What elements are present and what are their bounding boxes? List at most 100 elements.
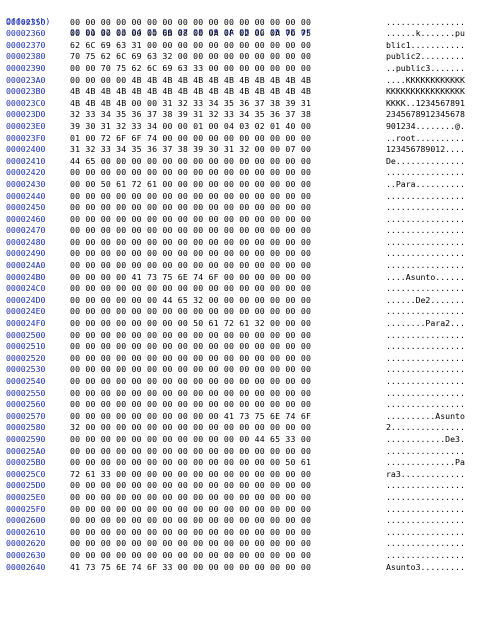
row-ascii-text[interactable]: ................ xyxy=(386,225,465,237)
hex-row[interactable]: 000025D0 00 00 00 00 00 00 00 00 00 00 00… xyxy=(0,480,494,492)
row-ascii-text[interactable]: ................ xyxy=(386,214,465,226)
hex-editor-view[interactable]: Offset(h) 00 01 02 03 04 05 06 07 08 09 … xyxy=(0,0,494,634)
row-ascii-text[interactable]: De.............. xyxy=(386,156,465,168)
row-ascii-text[interactable]: ................ xyxy=(386,364,465,376)
row-ascii-text[interactable]: ......De2....... xyxy=(386,295,465,307)
hex-row[interactable]: 00002520 00 00 00 00 00 00 00 00 00 00 00… xyxy=(0,353,494,365)
hex-row[interactable]: 00002640 41 73 75 6E 74 6F 33 00 00 00 00… xyxy=(0,562,494,574)
row-ascii-text[interactable]: public2......... xyxy=(386,51,465,63)
row-hex-bytes[interactable]: 00 00 00 00 00 00 00 00 00 00 00 00 00 0… xyxy=(70,237,311,249)
row-hex-bytes[interactable]: 39 30 31 32 33 34 00 00 01 00 04 03 02 0… xyxy=(70,121,311,133)
row-hex-bytes[interactable]: 01 00 72 6F 6F 74 00 00 00 00 00 00 00 0… xyxy=(70,133,311,145)
row-ascii-text[interactable]: 123456789012.... xyxy=(386,144,465,156)
row-ascii-text[interactable]: ................ xyxy=(386,388,465,400)
row-ascii-text[interactable]: ................ xyxy=(386,306,465,318)
row-hex-bytes[interactable]: 00 00 00 00 41 73 75 6E 74 6F 00 00 00 0… xyxy=(70,272,311,284)
row-hex-bytes[interactable]: 00 00 00 00 00 00 00 00 00 00 00 00 00 0… xyxy=(70,225,311,237)
row-hex-bytes[interactable]: 00 00 00 00 00 00 00 00 00 00 00 00 00 0… xyxy=(70,376,311,388)
row-ascii-text[interactable]: KKKK..1234567891 xyxy=(386,98,465,110)
row-ascii-text[interactable]: ................ xyxy=(386,480,465,492)
row-hex-bytes[interactable]: 00 00 00 00 00 00 00 00 00 00 00 00 00 0… xyxy=(70,191,311,203)
hex-row[interactable]: 000023A0 00 00 00 00 4B 4B 4B 4B 4B 4B 4B… xyxy=(0,75,494,87)
hex-row[interactable]: 000024A0 00 00 00 00 00 00 00 00 00 00 00… xyxy=(0,260,494,272)
hex-row[interactable]: 00002600 00 00 00 00 00 00 00 00 00 00 00… xyxy=(0,515,494,527)
row-hex-bytes[interactable]: 00 00 00 00 00 00 00 00 00 00 00 00 44 6… xyxy=(70,434,311,446)
row-hex-bytes[interactable]: 00 00 00 00 00 00 00 00 00 00 00 00 00 0… xyxy=(70,306,311,318)
row-hex-bytes[interactable]: 31 32 33 34 35 36 37 38 39 30 31 32 00 0… xyxy=(70,144,311,156)
row-ascii-text[interactable]: ......k.......pu xyxy=(386,28,465,40)
row-ascii-text[interactable]: ................ xyxy=(386,504,465,516)
hex-row[interactable]: 00002350 00 00 00 00 00 00 00 00 00 00 00… xyxy=(0,17,494,29)
hex-row[interactable]: 00002470 00 00 00 00 00 00 00 00 00 00 00… xyxy=(0,225,494,237)
row-hex-bytes[interactable]: 00 00 00 00 00 00 00 00 00 00 00 00 00 0… xyxy=(70,538,311,550)
row-hex-bytes[interactable]: 00 00 00 00 00 00 00 00 00 00 00 00 00 0… xyxy=(70,492,311,504)
row-hex-bytes[interactable]: 00 00 00 00 00 00 00 00 00 00 41 73 75 6… xyxy=(70,411,311,423)
row-hex-bytes[interactable]: 00 00 00 00 00 00 00 00 00 00 00 00 00 0… xyxy=(70,260,311,272)
hex-row[interactable]: 00002490 00 00 00 00 00 00 00 00 00 00 00… xyxy=(0,248,494,260)
row-hex-bytes[interactable]: 00 00 50 61 72 61 00 00 00 00 00 00 00 0… xyxy=(70,179,311,191)
row-hex-bytes[interactable]: 00 00 00 00 00 00 00 00 00 00 00 00 00 0… xyxy=(70,457,311,469)
row-ascii-text[interactable]: ra3............. xyxy=(386,469,465,481)
hex-row[interactable]: 00002420 00 00 00 00 00 00 00 00 00 00 00… xyxy=(0,167,494,179)
row-hex-bytes[interactable]: 00 00 00 00 00 00 00 00 00 00 00 00 00 0… xyxy=(70,515,311,527)
hex-row[interactable]: 00002630 00 00 00 00 00 00 00 00 00 00 00… xyxy=(0,550,494,562)
row-ascii-text[interactable]: ....KKKKKKKKKKKK xyxy=(386,75,465,87)
row-hex-bytes[interactable]: 00 00 00 00 4B 4B 4B 4B 4B 4B 4B 4B 4B 4… xyxy=(70,75,311,87)
row-ascii-text[interactable]: ........Para2... xyxy=(386,318,465,330)
row-hex-bytes[interactable]: 00 00 00 00 00 00 00 00 00 00 00 00 00 0… xyxy=(70,504,311,516)
row-hex-bytes[interactable]: 00 00 00 00 00 00 00 00 00 00 00 00 00 0… xyxy=(70,388,311,400)
row-hex-bytes[interactable]: 70 75 62 6C 69 63 32 00 00 00 00 00 00 0… xyxy=(70,51,311,63)
row-hex-bytes[interactable]: 00 00 00 00 00 00 00 00 00 00 00 00 00 0… xyxy=(70,214,311,226)
row-hex-bytes[interactable]: 00 00 00 00 00 00 00 00 00 00 00 00 00 0… xyxy=(70,283,311,295)
row-hex-bytes[interactable]: 32 33 34 35 36 37 38 39 31 32 33 34 35 3… xyxy=(70,109,311,121)
hex-row[interactable]: 00002430 00 00 50 61 72 61 00 00 00 00 00… xyxy=(0,179,494,191)
hex-row[interactable]: 000023B0 4B 4B 4B 4B 4B 4B 4B 4B 4B 4B 4B… xyxy=(0,86,494,98)
hex-row[interactable]: 00002450 00 00 00 00 00 00 00 00 00 00 00… xyxy=(0,202,494,214)
row-hex-bytes[interactable]: 00 00 00 00 00 00 00 00 00 00 00 00 00 0… xyxy=(70,202,311,214)
row-ascii-text[interactable]: ................ xyxy=(386,341,465,353)
hex-row[interactable]: 000024C0 00 00 00 00 00 00 00 00 00 00 00… xyxy=(0,283,494,295)
row-hex-bytes[interactable]: 00 00 00 00 00 00 00 00 00 00 00 00 00 0… xyxy=(70,527,311,539)
row-ascii-text[interactable]: KKKKKKKKKKKKKKKK xyxy=(386,86,465,98)
row-hex-bytes[interactable]: 44 65 00 00 00 00 00 00 00 00 00 00 00 0… xyxy=(70,156,311,168)
row-ascii-text[interactable]: ................ xyxy=(386,550,465,562)
hex-row[interactable]: 00002390 00 00 70 75 62 6C 69 63 33 00 00… xyxy=(0,63,494,75)
row-hex-bytes[interactable]: 00 00 00 00 00 00 00 00 00 00 00 00 00 0… xyxy=(70,167,311,179)
hex-row[interactable]: 000023F0 01 00 72 6F 6F 74 00 00 00 00 00… xyxy=(0,133,494,145)
row-ascii-text[interactable]: ................ xyxy=(386,446,465,458)
row-hex-bytes[interactable]: 72 61 33 00 00 00 00 00 00 00 00 00 00 0… xyxy=(70,469,311,481)
row-hex-bytes[interactable]: 00 00 00 00 00 00 00 00 00 00 00 00 00 0… xyxy=(70,446,311,458)
row-ascii-text[interactable]: ............De3. xyxy=(386,434,465,446)
row-ascii-text[interactable]: 2............... xyxy=(386,422,465,434)
hex-row[interactable]: 00002500 00 00 00 00 00 00 00 00 00 00 00… xyxy=(0,330,494,342)
hex-row[interactable]: 00002620 00 00 00 00 00 00 00 00 00 00 00… xyxy=(0,538,494,550)
hex-row[interactable]: 000024F0 00 00 00 00 00 00 00 00 50 61 72… xyxy=(0,318,494,330)
row-ascii-text[interactable]: blic1........... xyxy=(386,40,465,52)
hex-row[interactable]: 00002580 32 00 00 00 00 00 00 00 00 00 00… xyxy=(0,422,494,434)
row-hex-bytes[interactable]: 62 6C 69 63 31 00 00 00 00 00 00 00 00 0… xyxy=(70,40,311,52)
hex-row[interactable]: 000023E0 39 30 31 32 33 34 00 00 01 00 04… xyxy=(0,121,494,133)
hex-row[interactable]: 000024D0 00 00 00 00 00 00 44 65 32 00 00… xyxy=(0,295,494,307)
hex-row[interactable]: 000023C0 4B 4B 4B 4B 00 00 31 32 33 34 35… xyxy=(0,98,494,110)
hex-row[interactable]: 00002560 00 00 00 00 00 00 00 00 00 00 00… xyxy=(0,399,494,411)
row-ascii-text[interactable]: ..............Pa xyxy=(386,457,465,469)
row-hex-bytes[interactable]: 00 00 00 00 00 00 00 00 00 00 00 00 00 0… xyxy=(70,480,311,492)
row-hex-bytes[interactable]: 00 00 00 00 00 00 00 00 00 00 00 00 00 0… xyxy=(70,17,311,29)
row-hex-bytes[interactable]: 00 00 00 00 00 00 00 00 00 00 00 00 00 0… xyxy=(70,248,311,260)
hex-row[interactable]: 000025E0 00 00 00 00 00 00 00 00 00 00 00… xyxy=(0,492,494,504)
row-hex-bytes[interactable]: 00 00 00 00 00 00 00 00 00 00 00 00 00 0… xyxy=(70,341,311,353)
row-ascii-text[interactable]: ..Para.......... xyxy=(386,179,465,191)
row-ascii-text[interactable]: ................ xyxy=(386,492,465,504)
hex-row[interactable]: 00002360 00 00 00 00 00 00 6B 08 00 0A 0F… xyxy=(0,28,494,40)
row-hex-bytes[interactable]: 41 73 75 6E 74 6F 33 00 00 00 00 00 00 0… xyxy=(70,562,311,574)
row-ascii-text[interactable]: ................ xyxy=(386,527,465,539)
row-ascii-text[interactable]: ................ xyxy=(386,376,465,388)
row-ascii-text[interactable]: ................ xyxy=(386,353,465,365)
row-hex-bytes[interactable]: 00 00 00 00 00 00 6B 08 00 0A 0F 02 00 0… xyxy=(70,28,311,40)
row-ascii-text[interactable]: ................ xyxy=(386,191,465,203)
hex-row[interactable]: 000025F0 00 00 00 00 00 00 00 00 00 00 00… xyxy=(0,504,494,516)
hex-row[interactable]: 00002590 00 00 00 00 00 00 00 00 00 00 00… xyxy=(0,434,494,446)
row-hex-bytes[interactable]: 4B 4B 4B 4B 00 00 31 32 33 34 35 36 37 3… xyxy=(70,98,311,110)
hex-row[interactable]: 00002410 44 65 00 00 00 00 00 00 00 00 00… xyxy=(0,156,494,168)
row-ascii-text[interactable]: Asunto3......... xyxy=(386,562,465,574)
